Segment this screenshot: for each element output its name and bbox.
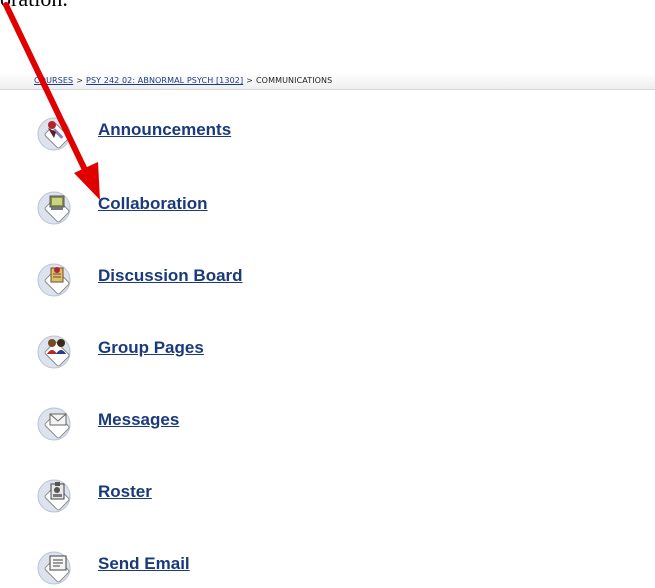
send-email-icon [37, 551, 71, 585]
menu-label-roster[interactable]: Roster [98, 482, 152, 502]
instruction-text: oration. [0, 0, 68, 12]
menu-item-discussion-board[interactable]: Discussion Board [36, 260, 336, 300]
menu-label-messages[interactable]: Messages [98, 410, 179, 430]
breadcrumb-separator: > [76, 76, 84, 85]
menu-label-discussion-board[interactable]: Discussion Board [98, 266, 243, 286]
menu-item-announcements[interactable]: Announcements [36, 114, 336, 154]
menu-label-send-email[interactable]: Send Email [98, 554, 190, 574]
discussion-board-icon [37, 263, 71, 297]
menu-item-messages[interactable]: Messages [36, 404, 336, 444]
breadcrumb-course-link[interactable]: PSY 242 02: ABNORMAL PSYCH [1302] [86, 76, 243, 85]
messages-icon [37, 407, 71, 441]
breadcrumb-courses-link[interactable]: COURSES [34, 76, 73, 85]
breadcrumb: COURSES > PSY 242 02: ABNORMAL PSYCH [1302… [34, 76, 332, 85]
menu-item-group-pages[interactable]: Group Pages [36, 332, 336, 372]
menu-item-collaboration[interactable]: Collaboration [36, 188, 336, 228]
breadcrumb-separator: > [246, 76, 253, 85]
breadcrumb-current: COMMUNICATIONS [255, 76, 333, 85]
menu-label-group-pages[interactable]: Group Pages [98, 338, 204, 358]
menu-label-collaboration[interactable]: Collaboration [98, 194, 208, 214]
menu-label-announcements[interactable]: Announcements [98, 120, 231, 140]
collaboration-icon [37, 191, 71, 225]
roster-icon [37, 479, 71, 513]
menu-item-send-email[interactable]: Send Email [36, 548, 336, 588]
group-pages-icon [37, 335, 71, 369]
menu-item-roster[interactable]: Roster [36, 476, 336, 516]
announcements-icon [37, 117, 71, 151]
